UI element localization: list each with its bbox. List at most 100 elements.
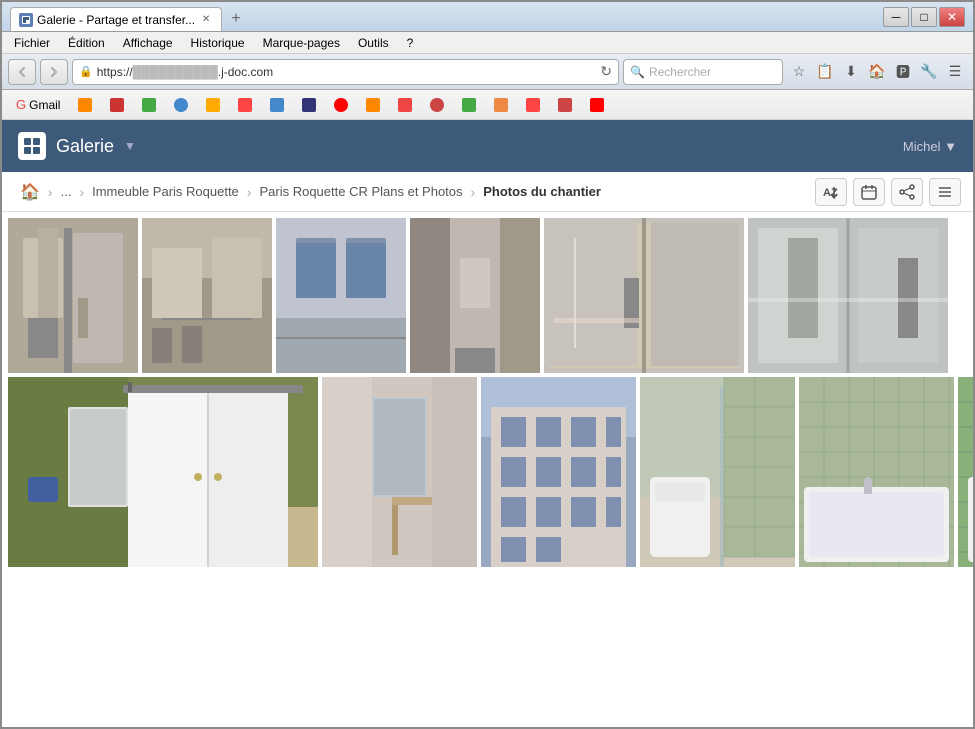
- bookmark-icon-4: [142, 98, 156, 112]
- menu-edition[interactable]: Édition: [60, 34, 113, 52]
- tab-close-button[interactable]: ✕: [199, 13, 213, 27]
- svg-text:AZ: AZ: [823, 187, 838, 199]
- tab-title: Galerie - Partage et transfer...: [37, 13, 195, 27]
- app-title: Galerie: [56, 136, 114, 157]
- breadcrumb-immeuble[interactable]: Immeuble Paris Roquette: [86, 180, 245, 203]
- bookmark-icon-9: [302, 98, 316, 112]
- menu-historique[interactable]: Historique: [183, 34, 253, 52]
- forward-button[interactable]: [40, 59, 68, 85]
- close-button[interactable]: ✕: [939, 7, 965, 27]
- bookmark-icon-14: [462, 98, 476, 112]
- bookmark-11[interactable]: [360, 96, 386, 114]
- bookmark-16[interactable]: [520, 96, 546, 114]
- maximize-button[interactable]: □: [911, 7, 937, 27]
- bookmark-icon-6: [206, 98, 220, 112]
- photo-10[interactable]: [640, 377, 795, 567]
- home-button[interactable]: 🏠: [865, 60, 889, 84]
- photo-grid: [8, 218, 967, 567]
- back-button[interactable]: [8, 59, 36, 85]
- pocket-button[interactable]: 🅿: [891, 60, 915, 84]
- refresh-button[interactable]: ↻: [600, 63, 612, 80]
- photo-1[interactable]: [8, 218, 138, 373]
- breadcrumb-sep-1: ›: [79, 184, 84, 200]
- bookmark-icon-8: [270, 98, 284, 112]
- download-button[interactable]: ⬇: [839, 60, 863, 84]
- breadcrumb-home[interactable]: 🏠: [14, 178, 46, 206]
- tab-favicon: [19, 13, 33, 27]
- breadcrumb-paris-cr-label: Paris Roquette CR Plans et Photos: [259, 184, 462, 199]
- breadcrumb-sep-2: ›: [247, 184, 252, 200]
- bookmark-14[interactable]: [456, 96, 482, 114]
- photo-4[interactable]: [410, 218, 540, 373]
- bookmark-gmail-label: Gmail: [29, 98, 60, 112]
- address-bar[interactable]: 🔒 https://██████████.j-doc.com ↻: [72, 59, 619, 85]
- search-bar[interactable]: 🔍 Rechercher: [623, 59, 783, 85]
- sort-az-button[interactable]: AZ: [815, 178, 847, 206]
- breadcrumb-paris-cr[interactable]: Paris Roquette CR Plans et Photos: [253, 180, 468, 203]
- search-icon: 🔍: [630, 65, 645, 79]
- menu-affichage[interactable]: Affichage: [115, 34, 181, 52]
- bookmark-18[interactable]: [584, 96, 610, 114]
- bookmark-icon-10: [334, 98, 348, 112]
- bookmark-7[interactable]: [232, 96, 258, 114]
- menu-outils[interactable]: Outils: [350, 34, 397, 52]
- menu-button[interactable]: ☰: [943, 60, 967, 84]
- search-placeholder: Rechercher: [649, 65, 711, 79]
- bookmark-2[interactable]: [72, 96, 98, 114]
- app-title-dropdown[interactable]: ▼: [124, 139, 136, 153]
- breadcrumb-current-label: Photos du chantier: [483, 184, 601, 199]
- share-button[interactable]: [891, 178, 923, 206]
- browser-window: Galerie - Partage et transfer... ✕ + ─ □…: [0, 0, 975, 729]
- menu-marque-pages[interactable]: Marque-pages: [255, 34, 348, 52]
- user-menu[interactable]: Michel ▼: [903, 139, 957, 154]
- menu-fichier[interactable]: Fichier: [6, 34, 58, 52]
- bookmark-5[interactable]: [168, 96, 194, 114]
- extensions-button[interactable]: 🔧: [917, 60, 941, 84]
- bookmark-3[interactable]: [104, 96, 130, 114]
- bookmarks-bar: G Gmail: [2, 90, 973, 120]
- breadcrumb-sep-3: ›: [471, 184, 476, 200]
- minimize-button[interactable]: ─: [883, 7, 909, 27]
- bookmark-6[interactable]: [200, 96, 226, 114]
- list-view-button[interactable]: [929, 178, 961, 206]
- logo-icon: [18, 132, 46, 160]
- calendar-view-button[interactable]: [853, 178, 885, 206]
- photo-9[interactable]: [481, 377, 636, 567]
- window-controls: ─ □ ✕: [883, 7, 965, 27]
- nav-toolbar: ☆ 📋 ⬇ 🏠 🅿 🔧 ☰: [787, 60, 967, 84]
- bookmark-icon-7: [238, 98, 252, 112]
- active-tab[interactable]: Galerie - Partage et transfer... ✕: [10, 7, 222, 31]
- app-logo: Galerie ▼: [18, 132, 136, 160]
- photo-5[interactable]: [544, 218, 744, 373]
- photo-7[interactable]: [8, 377, 318, 567]
- bookmark-10[interactable]: [328, 96, 354, 114]
- bookmark-gmail[interactable]: G Gmail: [10, 95, 66, 114]
- username-label: Michel: [903, 139, 941, 154]
- photo-2[interactable]: [142, 218, 272, 373]
- bookmark-8[interactable]: [264, 96, 290, 114]
- bookmark-icon-18: [590, 98, 604, 112]
- title-bar: Galerie - Partage et transfer... ✕ + ─ □…: [2, 2, 973, 32]
- bookmark-star-button[interactable]: ☆: [787, 60, 811, 84]
- photo-8[interactable]: [322, 377, 477, 567]
- photo-12[interactable]: [958, 377, 973, 567]
- photo-6[interactable]: [748, 218, 948, 373]
- bookmark-12[interactable]: [392, 96, 418, 114]
- bookmark-9[interactable]: [296, 96, 322, 114]
- bookmark-icon-17: [558, 98, 572, 112]
- menu-bar: Fichier Édition Affichage Historique Mar…: [2, 32, 973, 54]
- bookmark-4[interactable]: [136, 96, 162, 114]
- breadcrumb-sep-0: ›: [48, 184, 53, 200]
- photo-11[interactable]: [799, 377, 954, 567]
- photo-3[interactable]: [276, 218, 406, 373]
- bookmark-13[interactable]: [424, 96, 450, 114]
- tab-bar: Galerie - Partage et transfer... ✕ +: [10, 2, 883, 31]
- bookmark-17[interactable]: [552, 96, 578, 114]
- bookmark-15[interactable]: [488, 96, 514, 114]
- breadcrumb-ellipsis[interactable]: ...: [55, 180, 78, 203]
- new-tab-button[interactable]: +: [224, 7, 248, 31]
- menu-help[interactable]: ?: [399, 34, 422, 52]
- bookmark-icon-12: [398, 98, 412, 112]
- ellipsis-label: ...: [61, 184, 72, 199]
- reading-list-button[interactable]: 📋: [813, 60, 837, 84]
